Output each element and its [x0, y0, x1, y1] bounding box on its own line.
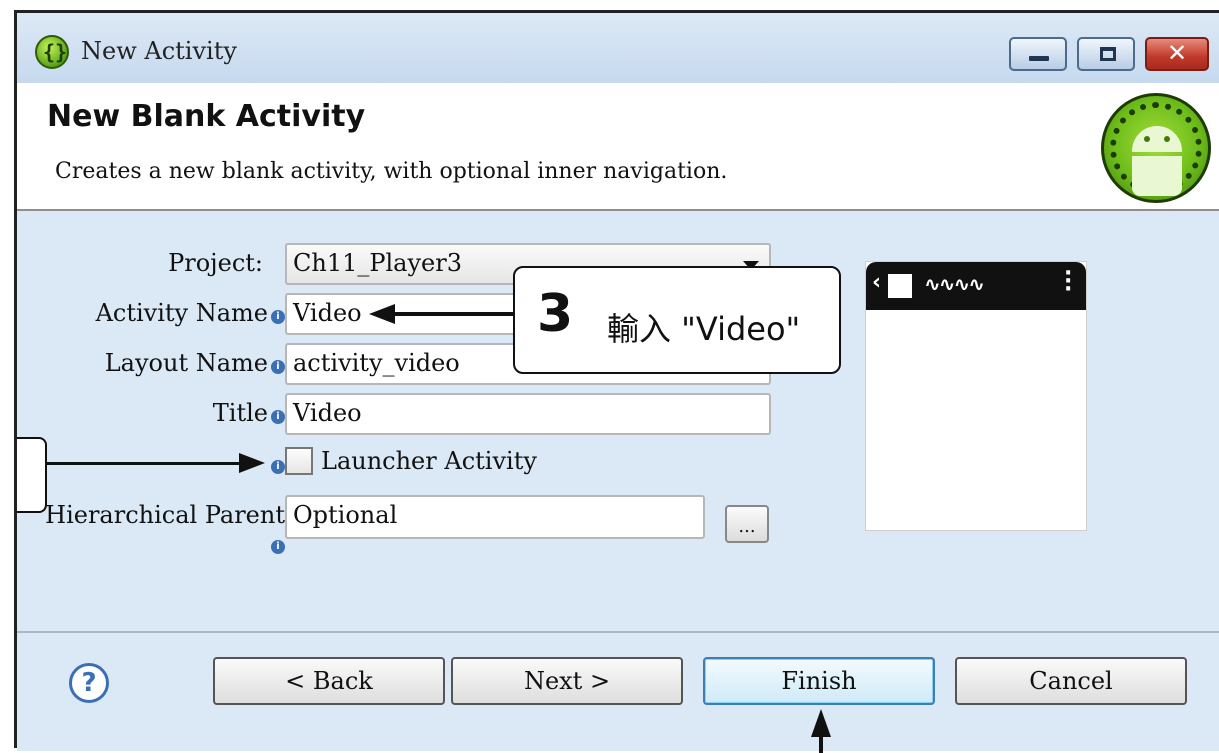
dialog-window: {} New Activity ✕ New Blank Activity Cre… — [14, 10, 1219, 753]
title-wave-icon: ∿∿∿∿ — [924, 272, 985, 296]
annotation-arrow-head — [369, 304, 395, 324]
android-logo-icon — [1101, 93, 1211, 203]
activity-name-label: Activity Name i — [57, 299, 285, 327]
project-label: Project: — [168, 249, 263, 277]
annotation-arrow-line — [47, 462, 243, 465]
launcher-activity-label: Launcher Activity — [321, 447, 537, 475]
close-icon: ✕ — [1166, 39, 1188, 67]
annotation-arrow-head — [239, 453, 265, 473]
annotation-side-box — [17, 437, 47, 513]
hierarchical-parent-label: Hierarchical Parenti — [45, 501, 285, 554]
page-description: Creates a new blank activity, with optio… — [55, 159, 728, 184]
title-value: Video — [293, 399, 362, 427]
info-icon: i — [271, 310, 285, 324]
next-button[interactable]: Next > — [451, 657, 683, 705]
callout-text: 輸入 "Video" — [607, 310, 801, 348]
close-button[interactable]: ✕ — [1145, 37, 1209, 71]
maximize-button[interactable] — [1077, 37, 1135, 71]
maximize-icon — [1100, 47, 1116, 61]
preview-action-bar: ‹ ∿∿∿∿ · · · — [866, 262, 1086, 310]
info-icon: i — [271, 460, 285, 474]
hierarchical-parent-input[interactable]: Optional — [285, 495, 705, 539]
layout-name-label: Layout Name i — [57, 349, 285, 377]
button-bar: ? < Back Next > Finish Cancel — [17, 631, 1219, 753]
callout-number: 3 — [537, 284, 574, 344]
minimize-icon — [1029, 56, 1049, 61]
title-input[interactable]: Video — [285, 393, 771, 435]
launcher-activity-checkbox[interactable] — [285, 447, 313, 475]
title-bar: {} New Activity ✕ — [17, 13, 1219, 83]
info-icon: i — [271, 360, 285, 374]
window-title: New Activity — [81, 37, 237, 65]
activity-preview: ‹ ∿∿∿∿ · · · — [865, 261, 1087, 531]
chevron-left-icon: ‹ — [872, 270, 882, 295]
app-icon: {} — [35, 35, 69, 69]
annotation-arrow-line — [393, 312, 515, 316]
page-title: New Blank Activity — [47, 99, 366, 134]
wizard-header: New Blank Activity Creates a new blank a… — [17, 83, 1219, 211]
app-square-icon — [888, 274, 912, 298]
minimize-button[interactable] — [1009, 37, 1067, 71]
browse-parent-button[interactable]: ... — [725, 505, 769, 543]
help-icon[interactable]: ? — [69, 663, 109, 703]
activity-name-value: Video — [293, 299, 362, 327]
finish-button[interactable]: Finish — [703, 657, 935, 705]
back-button[interactable]: < Back — [213, 657, 445, 705]
overflow-menu-icon: · · · — [1064, 261, 1073, 302]
info-icon: i — [271, 540, 285, 554]
title-label: Title i — [57, 399, 285, 427]
annotation-callout: 3 輸入 "Video" — [513, 266, 841, 374]
annotation-arrow-line — [819, 733, 823, 753]
hierarchical-parent-value: Optional — [293, 501, 398, 529]
info-icon: i — [271, 410, 285, 424]
project-value: Ch11_Player3 — [293, 249, 462, 277]
layout-name-value: activity_video — [293, 349, 460, 377]
cancel-button[interactable]: Cancel — [955, 657, 1187, 705]
